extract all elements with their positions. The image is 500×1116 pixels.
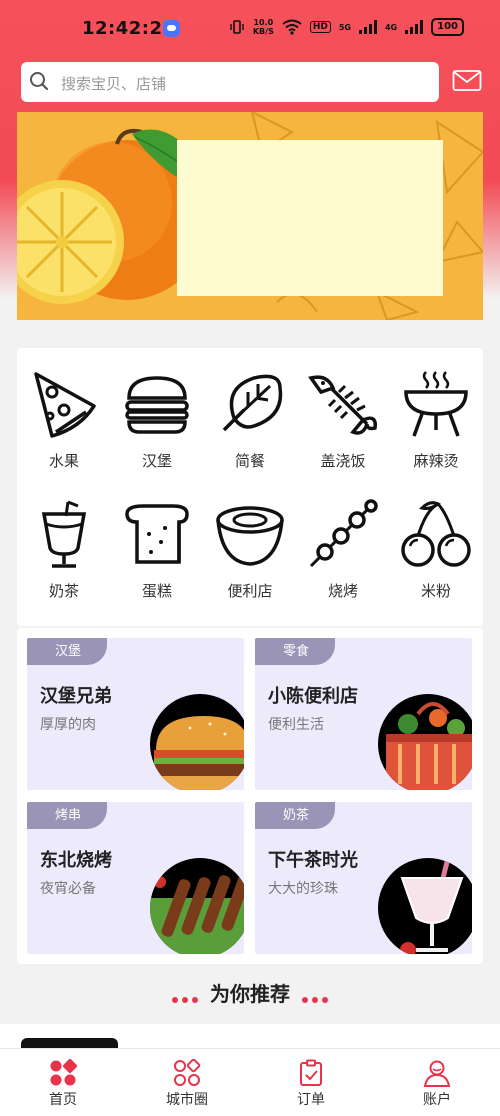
shop-card[interactable]: 奶茶 下午茶时光 大大的珍珠: [255, 802, 472, 954]
category-label: 米粉: [420, 582, 451, 600]
category-label: 烧烤: [327, 582, 358, 600]
category-panel: 水果 汉堡 简餐 盖浇饭 麻辣烫 奶茶 蛋糕 便利店 烧烤 米粉: [17, 348, 483, 626]
city-circle-icon: [174, 1059, 201, 1086]
tab-label: 订单: [297, 1092, 325, 1108]
category-item[interactable]: 水果: [17, 368, 111, 471]
status-time: 12:42:21: [82, 18, 176, 39]
signal-4g-label: 4G: [384, 22, 398, 32]
search-bar[interactable]: 搜索宝贝、店铺: [21, 62, 439, 102]
drink-cup-icon: [41, 500, 87, 568]
vibrate-icon: [230, 20, 244, 34]
category-item[interactable]: 奶茶: [17, 498, 111, 601]
shop-subtitle: 厚厚的肉: [40, 717, 96, 733]
shop-name: 小陈便利店: [268, 686, 358, 707]
bread-icon: [125, 504, 189, 564]
signal-5g-label: 5G: [338, 22, 351, 32]
banner-text-card: [177, 140, 443, 296]
shop-tag: 汉堡: [27, 638, 107, 665]
net-speed-unit: KB/S: [252, 27, 274, 36]
category-item[interactable]: 盖浇饭: [296, 368, 390, 471]
recommend-item-thumbnail[interactable]: [21, 1038, 118, 1048]
category-label: 汉堡: [141, 452, 172, 470]
account-person-icon: [423, 1060, 451, 1087]
tab-label: 城市圈: [166, 1092, 208, 1108]
basket-photo: [386, 702, 472, 790]
bowl-icon: [216, 506, 284, 566]
category-label: 蛋糕: [141, 582, 172, 600]
leaf-icon: [222, 374, 283, 432]
shop-name: 汉堡兄弟: [40, 686, 112, 707]
tab-city-circle[interactable]: 城市圈: [142, 1059, 232, 1109]
category-label: 便利店: [227, 582, 273, 600]
hd-badge: HD: [309, 21, 331, 33]
battery-icon: 100: [431, 18, 464, 36]
fish-bone-icon: [308, 375, 377, 435]
net-speed: 10.0 KB/S: [253, 18, 274, 36]
shop-image: [150, 694, 244, 790]
decor-dots-left: [170, 984, 200, 1008]
shop-name: 下午茶时光: [268, 850, 358, 871]
milk-tea-photo: [400, 858, 464, 954]
category-label: 麻辣烫: [413, 452, 459, 470]
home-grid-icon: [50, 1059, 77, 1086]
message-envelope-icon[interactable]: [452, 68, 482, 94]
grill-icon: [404, 371, 468, 437]
category-item[interactable]: 简餐: [203, 368, 297, 471]
category-item[interactable]: 麻辣烫: [389, 368, 483, 471]
category-item[interactable]: 蛋糕: [110, 498, 204, 601]
category-label: 简餐: [234, 452, 265, 470]
skewers-photo: [150, 873, 244, 954]
search-placeholder: 搜索宝贝、店铺: [61, 75, 167, 93]
shop-name: 东北烧烤: [40, 850, 112, 871]
shop-subtitle: 夜宵必备: [40, 881, 96, 897]
tab-account[interactable]: 账户: [392, 1059, 482, 1109]
shop-tag: 零食: [255, 638, 335, 665]
bottom-tab-bar: 首页 城市圈 订单 账户: [0, 1048, 500, 1116]
tab-label: 首页: [49, 1092, 77, 1108]
shop-tag: 奶茶: [255, 802, 335, 829]
shop-subtitle: 便利生活: [268, 717, 324, 733]
shop-panel: 汉堡 汉堡兄弟 厚厚的肉 零食 小陈便利店 便利生活 烤串 东北烧烤 夜宵必备 …: [17, 628, 483, 964]
category-label: 奶茶: [48, 582, 79, 600]
cherry-icon: [401, 501, 471, 567]
recommend-section-title: 为你推荐: [0, 978, 500, 1008]
shop-image: [378, 858, 472, 954]
pizza-icon: [34, 372, 96, 438]
category-item[interactable]: 米粉: [389, 498, 483, 601]
shop-card[interactable]: 烤串 东北烧烤 夜宵必备: [27, 802, 244, 954]
signal-4g-icon: [405, 20, 424, 34]
skewer-icon: [309, 499, 378, 568]
search-icon: [30, 72, 49, 91]
tab-home[interactable]: 首页: [18, 1059, 108, 1109]
shop-tag: 烤串: [27, 802, 107, 829]
status-bar: 12:42:21 10.0 KB/S HD 5G 4G 100: [0, 0, 500, 56]
tab-orders[interactable]: 订单: [266, 1059, 356, 1109]
category-item[interactable]: 便利店: [203, 498, 297, 601]
burger-icon: [125, 376, 189, 434]
promo-banner[interactable]: [17, 112, 483, 320]
shop-card[interactable]: 零食 小陈便利店 便利生活: [255, 638, 472, 790]
status-icons: 10.0 KB/S HD 5G 4G 100: [229, 18, 464, 36]
shop-image: [150, 858, 244, 954]
notification-app-icon: [163, 20, 180, 37]
shop-image: [378, 694, 472, 790]
tab-label: 账户: [423, 1092, 451, 1108]
category-label: 水果: [48, 452, 79, 470]
wifi-icon: [282, 19, 302, 35]
decor-dots-right: [300, 984, 330, 1008]
shop-subtitle: 大大的珍珠: [268, 881, 338, 897]
recommend-title-text: 为你推荐: [210, 982, 290, 1006]
shop-card[interactable]: 汉堡 汉堡兄弟 厚厚的肉: [27, 638, 244, 790]
category-item[interactable]: 烧烤: [296, 498, 390, 601]
category-item[interactable]: 汉堡: [110, 368, 204, 471]
category-label: 盖浇饭: [320, 452, 366, 470]
net-speed-value: 10.0: [253, 18, 274, 27]
signal-5g-icon: [358, 20, 377, 34]
order-clipboard-icon: [300, 1059, 322, 1086]
burger-photo: [154, 716, 244, 790]
